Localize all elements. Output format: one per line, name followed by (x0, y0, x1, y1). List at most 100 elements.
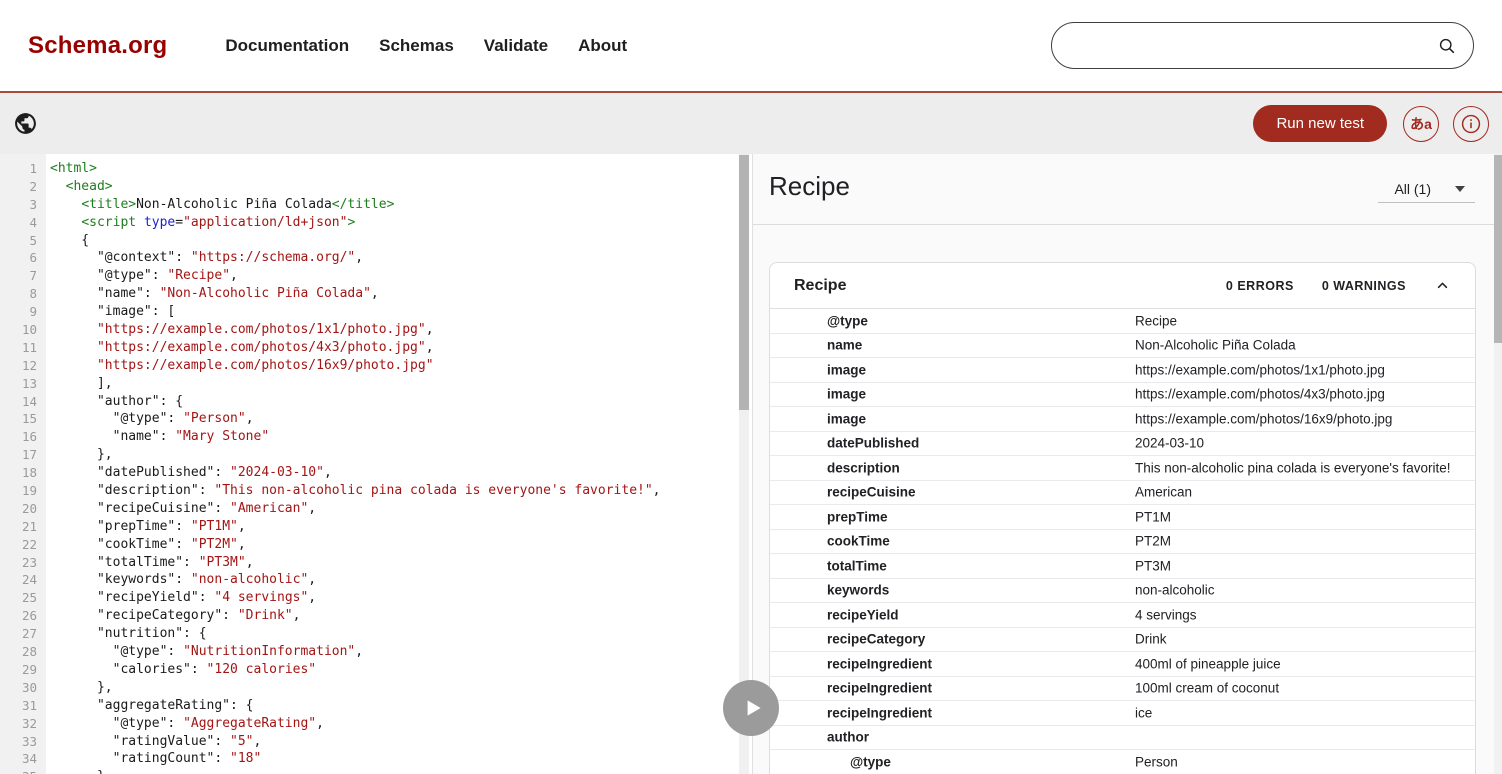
search-icon[interactable] (1437, 36, 1457, 56)
code-text: } (37, 768, 105, 774)
results-scrollbar-thumb[interactable] (1494, 155, 1502, 343)
code-text: "@context": "https://schema.org/", (37, 249, 363, 267)
code-line[interactable]: 1<html> (0, 160, 661, 178)
code-line[interactable]: 31 "aggregateRating": { (0, 697, 661, 715)
property-row[interactable]: author (770, 726, 1475, 751)
editor-scrollbar-thumb[interactable] (739, 155, 749, 410)
property-row[interactable]: datePublished2024-03-10 (770, 432, 1475, 457)
property-value: ice (1135, 705, 1152, 720)
code-line[interactable]: 30 }, (0, 679, 661, 697)
code-text: "description": "This non-alcoholic pina … (37, 482, 661, 500)
code-text: "nutrition": { (37, 625, 207, 643)
translate-icon: あa (1410, 114, 1432, 134)
code-line[interactable]: 27 "nutrition": { (0, 625, 661, 643)
code-line[interactable]: 21 "prepTime": "PT1M", (0, 518, 661, 536)
property-name: image (827, 362, 866, 377)
toolbar: Run new test あa (0, 93, 1502, 154)
code-line[interactable]: 33 "ratingValue": "5", (0, 733, 661, 751)
code-line[interactable]: 16 "name": "Mary Stone" (0, 428, 661, 446)
header: Schema.org Documentation Schemas Validate A… (0, 0, 1502, 93)
schema-org-logo[interactable]: Schema.org (28, 32, 167, 60)
code-line[interactable]: 13 ], (0, 375, 661, 393)
property-row[interactable]: recipeIngredientice (770, 701, 1475, 726)
code-line[interactable]: 32 "@type": "AggregateRating", (0, 715, 661, 733)
code-line[interactable]: 18 "datePublished": "2024-03-10", (0, 464, 661, 482)
property-row[interactable]: descriptionThis non-alcoholic pina colad… (770, 456, 1475, 481)
property-row[interactable]: imagehttps://example.com/photos/1x1/phot… (770, 358, 1475, 383)
search-input[interactable] (1052, 23, 1437, 68)
code-line[interactable]: 7 "@type": "Recipe", (0, 267, 661, 285)
filter-dropdown[interactable]: All (1) (1378, 175, 1475, 203)
property-row[interactable]: keywordsnon-alcoholic (770, 579, 1475, 604)
line-number: 2 (0, 178, 37, 196)
card-header[interactable]: Recipe 0 ERRORS 0 WARNINGS (770, 263, 1475, 309)
code-line[interactable]: 14 "author": { (0, 393, 661, 411)
property-row[interactable]: totalTimePT3M (770, 554, 1475, 579)
results-scrollbar[interactable] (1494, 154, 1502, 774)
code-line[interactable]: 10 "https://example.com/photos/1x1/photo… (0, 321, 661, 339)
code-line[interactable]: 20 "recipeCuisine": "American", (0, 500, 661, 518)
property-row[interactable]: imagehttps://example.com/photos/4x3/phot… (770, 383, 1475, 408)
property-row[interactable]: recipeYield4 servings (770, 603, 1475, 628)
property-row[interactable]: imagehttps://example.com/photos/16x9/pho… (770, 407, 1475, 432)
info-button[interactable] (1453, 106, 1489, 142)
property-value: Recipe (1135, 313, 1177, 328)
code-line[interactable]: 23 "totalTime": "PT3M", (0, 554, 661, 572)
property-value: https://example.com/photos/4x3/photo.jpg (1135, 387, 1385, 402)
play-button[interactable] (723, 680, 779, 736)
code-line[interactable]: 15 "@type": "Person", (0, 410, 661, 428)
code-text: }, (37, 446, 113, 464)
property-row[interactable]: prepTimePT1M (770, 505, 1475, 530)
nav-item-about[interactable]: About (578, 36, 627, 56)
nav-item-documentation[interactable]: Documentation (225, 36, 349, 56)
line-number: 28 (0, 643, 37, 661)
code-line[interactable]: 8 "name": "Non-Alcoholic Piña Colada", (0, 285, 661, 303)
code-line[interactable]: 12 "https://example.com/photos/16x9/phot… (0, 357, 661, 375)
line-number: 6 (0, 249, 37, 267)
code-line[interactable]: 11 "https://example.com/photos/4x3/photo… (0, 339, 661, 357)
property-row[interactable]: @typePerson (770, 750, 1475, 774)
line-number: 20 (0, 500, 37, 518)
code-line[interactable]: 24 "keywords": "non-alcoholic", (0, 571, 661, 589)
property-name: recipeYield (827, 607, 899, 622)
property-row[interactable]: recipeCategoryDrink (770, 628, 1475, 653)
property-name: totalTime (827, 558, 887, 573)
property-row[interactable]: recipeIngredient100ml cream of coconut (770, 677, 1475, 702)
code-line[interactable]: 29 "calories": "120 calories" (0, 661, 661, 679)
code-text: "@type": "AggregateRating", (37, 715, 324, 733)
code-text: "recipeYield": "4 servings", (37, 589, 316, 607)
code-line[interactable]: 19 "description": "This non-alcoholic pi… (0, 482, 661, 500)
code-line[interactable]: 26 "recipeCategory": "Drink", (0, 607, 661, 625)
code-line[interactable]: 25 "recipeYield": "4 servings", (0, 589, 661, 607)
nav-item-schemas[interactable]: Schemas (379, 36, 454, 56)
property-name: recipeCuisine (827, 485, 916, 500)
code-line[interactable]: 4 <script type="application/ld+json"> (0, 214, 661, 232)
code-line[interactable]: 35 } (0, 768, 661, 774)
property-name: recipeCategory (827, 632, 925, 647)
code-editor[interactable]: 1<html>2 <head>3 <title>Non-Alcoholic Pi… (0, 154, 752, 774)
code-text: "recipeCuisine": "American", (37, 500, 316, 518)
property-row[interactable]: recipeIngredient400ml of pineapple juice (770, 652, 1475, 677)
code-line[interactable]: 2 <head> (0, 178, 661, 196)
chevron-up-icon[interactable] (1434, 277, 1451, 294)
code-line[interactable]: 17 }, (0, 446, 661, 464)
nav-item-validate[interactable]: Validate (484, 36, 548, 56)
run-new-test-button[interactable]: Run new test (1253, 105, 1387, 142)
code-line[interactable]: 9 "image": [ (0, 303, 661, 321)
line-number: 8 (0, 285, 37, 303)
property-row[interactable]: @typeRecipe (770, 309, 1475, 334)
code-line[interactable]: 5 { (0, 232, 661, 250)
code-text: "prepTime": "PT1M", (37, 518, 246, 536)
property-value: 400ml of pineapple juice (1135, 656, 1281, 671)
code-line[interactable]: 3 <title>Non-Alcoholic Piña Colada</titl… (0, 196, 661, 214)
property-row[interactable]: recipeCuisineAmerican (770, 481, 1475, 506)
code-line[interactable]: 22 "cookTime": "PT2M", (0, 536, 661, 554)
property-row[interactable]: cookTimePT2M (770, 530, 1475, 555)
code-line[interactable]: 34 "ratingCount": "18" (0, 750, 661, 768)
property-row[interactable]: nameNon-Alcoholic Piña Colada (770, 334, 1475, 359)
result-card: Recipe 0 ERRORS 0 WARNINGS @typeRecipena… (769, 262, 1476, 774)
code-line[interactable]: 6 "@context": "https://schema.org/", (0, 249, 661, 267)
translate-button[interactable]: あa (1403, 106, 1439, 142)
code-text: <title>Non-Alcoholic Piña Colada</title> (37, 196, 394, 214)
code-line[interactable]: 28 "@type": "NutritionInformation", (0, 643, 661, 661)
